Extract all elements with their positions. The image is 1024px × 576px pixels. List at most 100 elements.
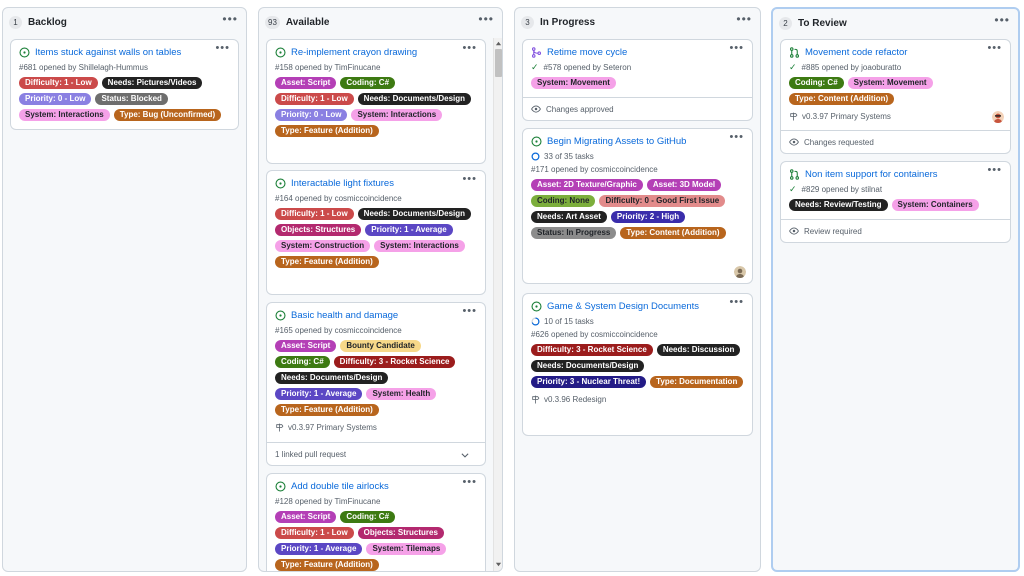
label-badge[interactable]: Type: Content (Addition): [620, 227, 726, 239]
card-menu-icon[interactable]: •••: [729, 43, 744, 54]
column-header: 93 Available •••: [259, 8, 502, 36]
label-badge[interactable]: Type: Documentation: [650, 376, 744, 388]
card-title[interactable]: Game & System Design Documents: [547, 301, 699, 312]
label-badge[interactable]: Coding: C#: [340, 77, 396, 89]
column-menu-icon[interactable]: •••: [478, 13, 494, 25]
label-badge[interactable]: Coding: C#: [789, 77, 844, 89]
label-badge[interactable]: Asset: 2D Texture/Graphic: [531, 179, 643, 191]
label-badge[interactable]: System: Containers: [891, 199, 979, 211]
label-badge[interactable]: Priority: 1 - Average: [275, 543, 363, 555]
label-badge[interactable]: Priority: 0 - Low: [19, 93, 92, 105]
label-badge[interactable]: Objects: Structures: [275, 224, 362, 236]
card-title[interactable]: Movement code refactor: [805, 47, 907, 58]
card-title[interactable]: Add double tile airlocks: [291, 481, 389, 492]
milestone-label[interactable]: v0.3.96 Redesign: [544, 395, 606, 404]
label-badge[interactable]: System: Movement: [847, 77, 933, 89]
label-badge[interactable]: Difficulty: 1 - Low: [275, 93, 354, 105]
card-title[interactable]: Interactable light fixtures: [291, 178, 394, 189]
column-menu-icon[interactable]: •••: [994, 14, 1010, 26]
label-badge[interactable]: Needs: Review/Testing: [789, 199, 888, 211]
label-badge[interactable]: Type: Bug (Unconfirmed): [113, 109, 222, 121]
label-badge[interactable]: Needs: Documents/Design: [357, 208, 472, 220]
label-badge[interactable]: Asset: 3D Model: [646, 179, 722, 191]
card-title[interactable]: Begin Migrating Assets to GitHub: [547, 136, 686, 147]
card-menu-icon[interactable]: •••: [462, 43, 477, 54]
label-badge[interactable]: Asset: Script: [275, 77, 337, 89]
scroll-up-arrow-icon[interactable]: [495, 40, 502, 47]
label-badge[interactable]: Coding: None: [531, 195, 596, 207]
milestone-label[interactable]: v0.3.97 Primary Systems: [802, 112, 891, 121]
card-title[interactable]: Re-implement crayon drawing: [291, 47, 417, 58]
linked-pr-toggle[interactable]: 1 linked pull request: [267, 442, 485, 465]
label-badge[interactable]: Bounty Candidate: [340, 340, 421, 352]
label-badge[interactable]: Needs: Pictures/Videos: [101, 77, 203, 89]
label-badge[interactable]: Type: Feature (Addition): [275, 559, 379, 571]
label-badge[interactable]: System: Movement: [531, 77, 616, 89]
card-title[interactable]: Non item support for containers: [805, 169, 938, 180]
label-badge[interactable]: Difficulty: 3 - Rocket Science: [531, 344, 653, 356]
column-scrollbar[interactable]: [493, 38, 502, 571]
label-badge[interactable]: Priority: 1 - Average: [275, 388, 363, 400]
card-menu-icon[interactable]: •••: [215, 43, 230, 54]
label-badge[interactable]: Status: In Progress: [531, 227, 617, 239]
card-title[interactable]: Items stuck against walls on tables: [35, 47, 181, 58]
label-badge[interactable]: Type: Feature (Addition): [275, 125, 379, 137]
label-badge[interactable]: System: Interactions: [351, 109, 443, 121]
label-badge[interactable]: Difficulty: 0 - Good First Issue: [599, 195, 726, 207]
label-badge[interactable]: Priority: 2 - High: [610, 211, 686, 223]
label-badge[interactable]: Coding: C#: [340, 511, 396, 523]
label-badge[interactable]: Needs: Documents/Design: [531, 360, 645, 372]
card-menu-icon[interactable]: •••: [462, 477, 477, 488]
label-badge[interactable]: Type: Feature (Addition): [275, 256, 379, 268]
card-title[interactable]: Retime move cycle: [547, 47, 627, 58]
label-badge[interactable]: Difficulty: 1 - Low: [19, 77, 98, 89]
label-badge[interactable]: Type: Feature (Addition): [275, 404, 379, 416]
label-badge[interactable]: Asset: Script: [275, 340, 337, 352]
card-menu-icon[interactable]: •••: [729, 132, 744, 143]
scrollbar-thumb[interactable]: [495, 49, 502, 77]
issue-card[interactable]: Re-implement crayon drawing #158 opened …: [266, 39, 486, 164]
label-badge[interactable]: Difficulty: 1 - Low: [275, 208, 354, 220]
pull-request-card[interactable]: Movement code refactor ✓ #885 opened by j…: [780, 39, 1011, 154]
assignee-avatar[interactable]: [992, 111, 1004, 123]
column-menu-icon[interactable]: •••: [222, 13, 238, 25]
label-badge[interactable]: System: Tilemaps: [366, 543, 447, 555]
assignee-avatar[interactable]: [734, 266, 746, 278]
issue-card[interactable]: Game & System Design Documents 10 of 15 …: [522, 293, 753, 436]
label-badge[interactable]: Status: Blocked: [95, 93, 168, 105]
label-badge[interactable]: System: Interactions: [19, 109, 110, 121]
label-badge[interactable]: Priority: 1 - Average: [365, 224, 453, 236]
scroll-down-arrow-icon[interactable]: [495, 561, 502, 568]
label-badge[interactable]: Needs: Discussion: [656, 344, 741, 356]
card-menu-icon[interactable]: •••: [462, 174, 477, 185]
label-badge[interactable]: Needs: Art Asset: [531, 211, 607, 223]
label-badge[interactable]: Difficulty: 1 - Low: [275, 527, 354, 539]
card-title[interactable]: Basic health and damage: [291, 310, 398, 321]
pull-request-card[interactable]: Non item support for containers ✓ #829 op…: [780, 161, 1011, 243]
label-badge[interactable]: System: Construction: [275, 240, 371, 252]
card-menu-icon[interactable]: •••: [987, 165, 1002, 176]
eye-icon: [789, 138, 799, 146]
label-badge[interactable]: Needs: Documents/Design: [275, 372, 389, 384]
issue-card[interactable]: Basic health and damage #165 opened by c…: [266, 302, 486, 466]
label-badge[interactable]: Type: Content (Addition): [789, 93, 895, 105]
label-badge[interactable]: System: Health: [366, 388, 437, 400]
milestone-label[interactable]: v0.3.97 Primary Systems: [288, 423, 377, 432]
column-menu-icon[interactable]: •••: [736, 13, 752, 25]
label-badge[interactable]: System: Interactions: [374, 240, 465, 252]
issue-card[interactable]: Add double tile airlocks #128 opened by …: [266, 473, 486, 571]
label-badge[interactable]: Difficulty: 3 - Rocket Science: [333, 356, 456, 368]
issue-card[interactable]: Items stuck against walls on tables #681…: [10, 39, 239, 130]
label-badge[interactable]: Asset: Script: [275, 511, 337, 523]
label-badge[interactable]: Priority: 0 - Low: [275, 109, 348, 121]
card-menu-icon[interactable]: •••: [729, 297, 744, 308]
card-menu-icon[interactable]: •••: [462, 306, 477, 317]
label-badge[interactable]: Coding: C#: [275, 356, 330, 368]
label-badge[interactable]: Needs: Documents/Design: [357, 93, 472, 105]
issue-card[interactable]: Interactable light fixtures #164 opened …: [266, 170, 486, 295]
label-badge[interactable]: Priority: 3 - Nuclear Threat!: [531, 376, 647, 388]
card-menu-icon[interactable]: •••: [987, 43, 1002, 54]
label-badge[interactable]: Objects: Structures: [357, 527, 444, 539]
issue-card[interactable]: Begin Migrating Assets to GitHub 33 of 3…: [522, 128, 753, 284]
pull-request-card[interactable]: Retime move cycle ✓ #578 opened by Setero…: [522, 39, 753, 121]
